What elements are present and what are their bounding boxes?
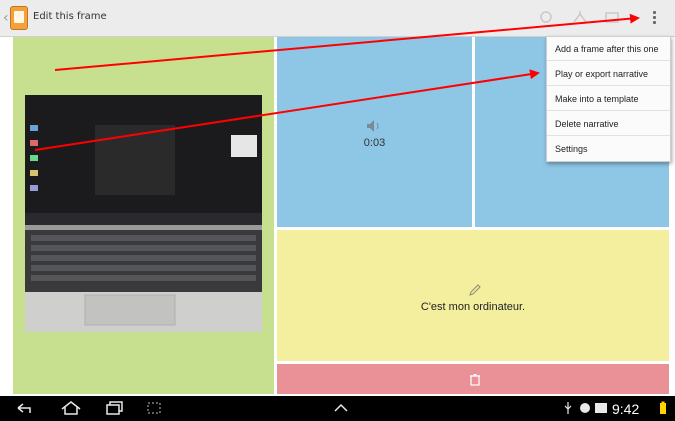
status-clock: 9:42 [612,401,640,417]
screenshot-icon[interactable] [146,400,162,420]
nav-back-icon[interactable] [14,400,34,420]
nav-recents-icon[interactable] [105,400,125,420]
nav-up-icon[interactable] [332,400,350,420]
battery-icon [657,400,669,420]
arrow-to-play-export [34,69,540,151]
annotation-arrows [34,13,640,151]
nav-home-icon[interactable] [60,400,82,420]
notification-icon [578,400,592,420]
gallery-icon [594,400,608,420]
usb-icon [562,400,574,420]
arrow-to-overflow [54,13,640,71]
